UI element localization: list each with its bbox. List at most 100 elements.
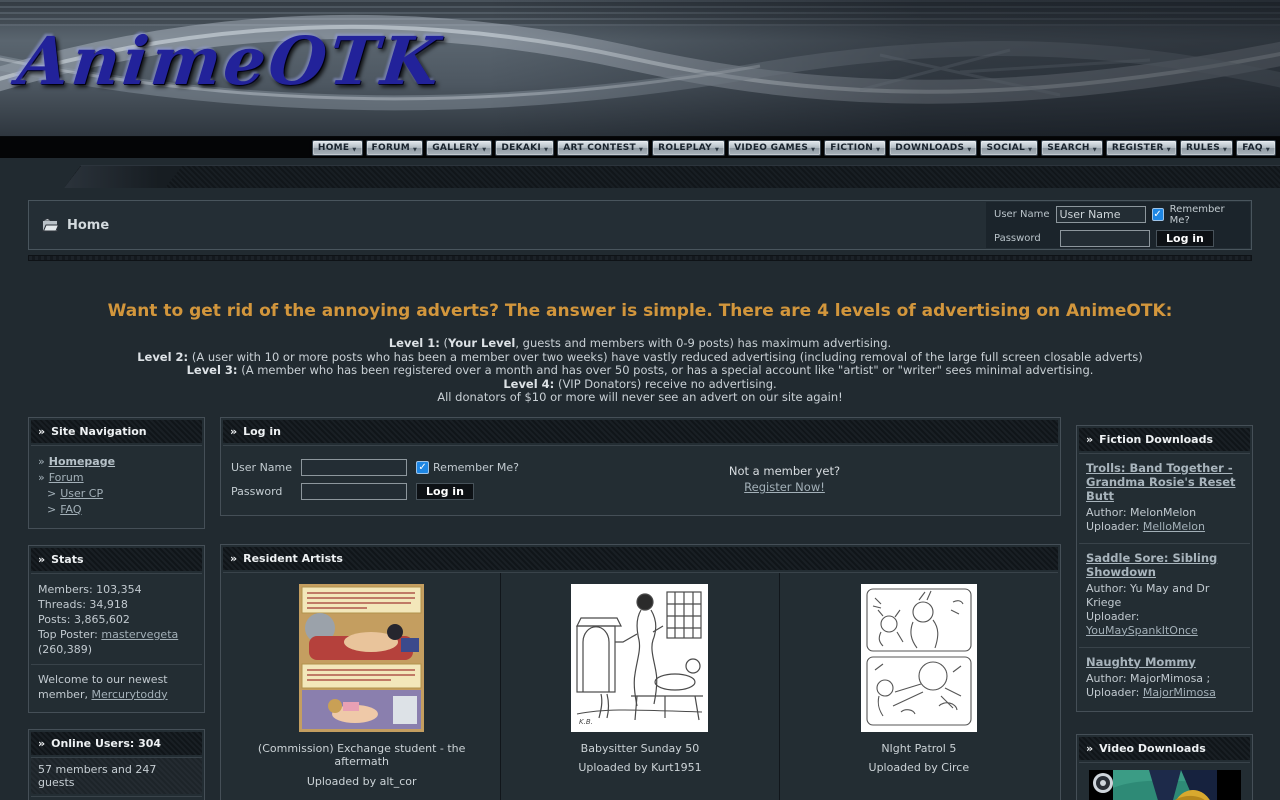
username-label: User Name xyxy=(994,209,1050,220)
video-thumbnail[interactable] xyxy=(1089,770,1241,800)
artist-thumbnail[interactable] xyxy=(299,584,424,732)
artist-item: Detention A Remarkable Afternoon xyxy=(223,795,501,800)
dropdown-arrow-icon: ▼ xyxy=(811,147,815,153)
advert-line-bold: Level 2: xyxy=(137,350,188,364)
advert-line: All donators of $10 or more will never s… xyxy=(0,391,1280,405)
remember-me-checkbox[interactable]: ✓ xyxy=(1152,208,1164,221)
not-member-text: Not a member yet? xyxy=(519,463,1050,479)
login-username-input[interactable] xyxy=(301,459,407,476)
faq-link[interactable]: FAQ xyxy=(60,503,81,516)
nav-register[interactable]: REGISTER▼ xyxy=(1106,140,1177,156)
decorative-strip xyxy=(64,165,1280,188)
artist-caption: NIght Patrol 5 xyxy=(786,742,1052,756)
artist-item: (Commission) Exchange student - the afte… xyxy=(223,573,501,796)
welcome-newest-member: Welcome to our newest member, Mercurytod… xyxy=(38,672,195,702)
register-now-link[interactable]: Register Now! xyxy=(744,480,825,494)
dropdown-arrow-icon: ▼ xyxy=(413,147,417,153)
fiction-uploader-link[interactable]: MelloMelon xyxy=(1143,520,1205,533)
nav-social[interactable]: SOCIAL▼ xyxy=(980,140,1038,156)
artist-thumbnail[interactable] xyxy=(861,584,977,732)
fiction-title-link[interactable]: Naughty Mommy xyxy=(1086,655,1196,669)
nav-search[interactable]: SEARCH▼ xyxy=(1041,140,1103,156)
advert-line-bold: Level 3: xyxy=(187,363,238,377)
username-label: User Name xyxy=(231,460,292,475)
password-label: Password xyxy=(231,484,292,499)
chevron-icon: » xyxy=(38,425,45,438)
stat-members: Members: 103,354 xyxy=(38,582,195,597)
sidebar-item-usercp: > User CP xyxy=(38,486,195,502)
chevron-icon: » xyxy=(1086,742,1093,755)
nav-label: RULES xyxy=(1186,143,1220,153)
chevron-icon: » xyxy=(1086,433,1093,446)
breadcrumb-panel: Home User Name ✓ Remember Me? Password L… xyxy=(28,200,1252,250)
online-users-panel: »Online Users: 304 57 members and 247 gu… xyxy=(28,729,205,800)
nav-dekaki[interactable]: DEKAKI▼ xyxy=(495,140,554,156)
top-poster-link[interactable]: mastervegeta xyxy=(101,628,178,641)
nav-video-games[interactable]: VIDEO GAMES▼ xyxy=(728,140,821,156)
nav-label: ART CONTEST xyxy=(563,143,636,153)
divider-strip xyxy=(28,255,1252,261)
advert-line: Level 1: (Your Level, guests and members… xyxy=(0,337,1280,351)
online-users-subtitle: 57 members and 247 guests xyxy=(31,757,202,794)
fiction-uploader: Uploader: MajorMimosa xyxy=(1086,686,1243,700)
fiction-uploader-link[interactable]: MajorMimosa xyxy=(1143,686,1216,699)
online-users-list: 103106279, 44ead024ba61456c6c979ffe6, a0… xyxy=(31,796,202,800)
header-login-box: User Name ✓ Remember Me? Password Log in xyxy=(986,202,1250,248)
dropdown-arrow-icon: ▼ xyxy=(967,147,971,153)
dropdown-arrow-icon: ▼ xyxy=(1028,147,1032,153)
login-panel-header: »Log in xyxy=(223,420,1058,443)
dropdown-arrow-icon: ▼ xyxy=(544,147,548,153)
page-title: Home xyxy=(67,218,109,233)
dropdown-arrow-icon: ▼ xyxy=(715,147,719,153)
artist-uploader: Uploaded by alt_cor xyxy=(229,775,494,789)
sub-chevron-icon: > xyxy=(47,503,56,516)
nav-fiction[interactable]: FICTION▼ xyxy=(824,140,886,156)
stats-header: »Stats xyxy=(31,548,202,571)
nav-label: FORUM xyxy=(372,143,411,153)
dropdown-arrow-icon: ▼ xyxy=(639,147,643,153)
homepage-link[interactable]: Homepage xyxy=(49,455,115,468)
sidebar-item-forum: »Forum xyxy=(38,470,195,486)
artist-item: NIght Patrol 5 Uploaded by Circe xyxy=(780,573,1058,796)
header-login-button[interactable]: Log in xyxy=(1156,230,1214,247)
sidebar-item-faq: > FAQ xyxy=(38,502,195,518)
artist-thumbnail[interactable]: K.B. xyxy=(571,584,708,732)
nav-gallery[interactable]: GALLERY▼ xyxy=(426,140,492,156)
fiction-uploader-link[interactable]: YouMaySpankItOnce xyxy=(1086,624,1198,637)
nav-roleplay[interactable]: ROLEPLAY▼ xyxy=(652,140,725,156)
login-button[interactable]: Log in xyxy=(416,483,474,500)
nav-label: ROLEPLAY xyxy=(658,143,712,153)
nav-faq[interactable]: FAQ▼ xyxy=(1236,140,1276,156)
usercp-link[interactable]: User CP xyxy=(60,487,103,500)
advert-heading: Want to get rid of the annoying adverts?… xyxy=(0,301,1280,321)
newest-member-link[interactable]: Mercurytoddy xyxy=(91,688,167,701)
nav-home[interactable]: HOME▼ xyxy=(312,140,363,156)
nav-art-contest[interactable]: ART CONTEST▼ xyxy=(557,140,649,156)
nav-forum[interactable]: FORUM▼ xyxy=(366,140,424,156)
artist-uploader: Uploaded by Kurt1951 xyxy=(507,761,772,775)
fiction-title-link[interactable]: Saddle Sore: Sibling Showdown xyxy=(1086,551,1243,579)
fiction-downloads-header: »Fiction Downloads xyxy=(1079,428,1250,451)
svg-text:K.B.: K.B. xyxy=(579,718,593,726)
resident-artists-header: »Resident Artists xyxy=(223,547,1058,570)
stat-posts: Posts: 3,865,602 xyxy=(38,612,195,627)
sub-chevron-icon: > xyxy=(47,487,56,500)
chevron-icon: » xyxy=(230,425,237,438)
fiction-title-link[interactable]: Trolls: Band Together - Grandma Rosie's … xyxy=(1086,461,1243,503)
nav-label: DEKAKI xyxy=(501,143,541,153)
header-username-input[interactable] xyxy=(1056,206,1146,223)
advert-line-bold: Your Level xyxy=(448,336,515,350)
remember-me-checkbox[interactable]: ✓ xyxy=(416,461,429,474)
site-navigation-header: »Site Navigation xyxy=(31,420,202,443)
nav-rules[interactable]: RULES▼ xyxy=(1180,140,1233,156)
header-password-input[interactable] xyxy=(1060,230,1150,247)
nav-label: HOME xyxy=(318,143,350,153)
dropdown-arrow-icon: ▼ xyxy=(876,147,880,153)
nav-downloads[interactable]: DOWNLOADS▼ xyxy=(889,140,977,156)
nav-label: REGISTER xyxy=(1112,143,1164,153)
password-label: Password xyxy=(994,233,1054,244)
dropdown-arrow-icon: ▼ xyxy=(482,147,486,153)
login-password-input[interactable] xyxy=(301,483,407,500)
fiction-item: Saddle Sore: Sibling Showdown Author: Yu… xyxy=(1079,544,1250,648)
forum-link[interactable]: Forum xyxy=(49,471,84,484)
